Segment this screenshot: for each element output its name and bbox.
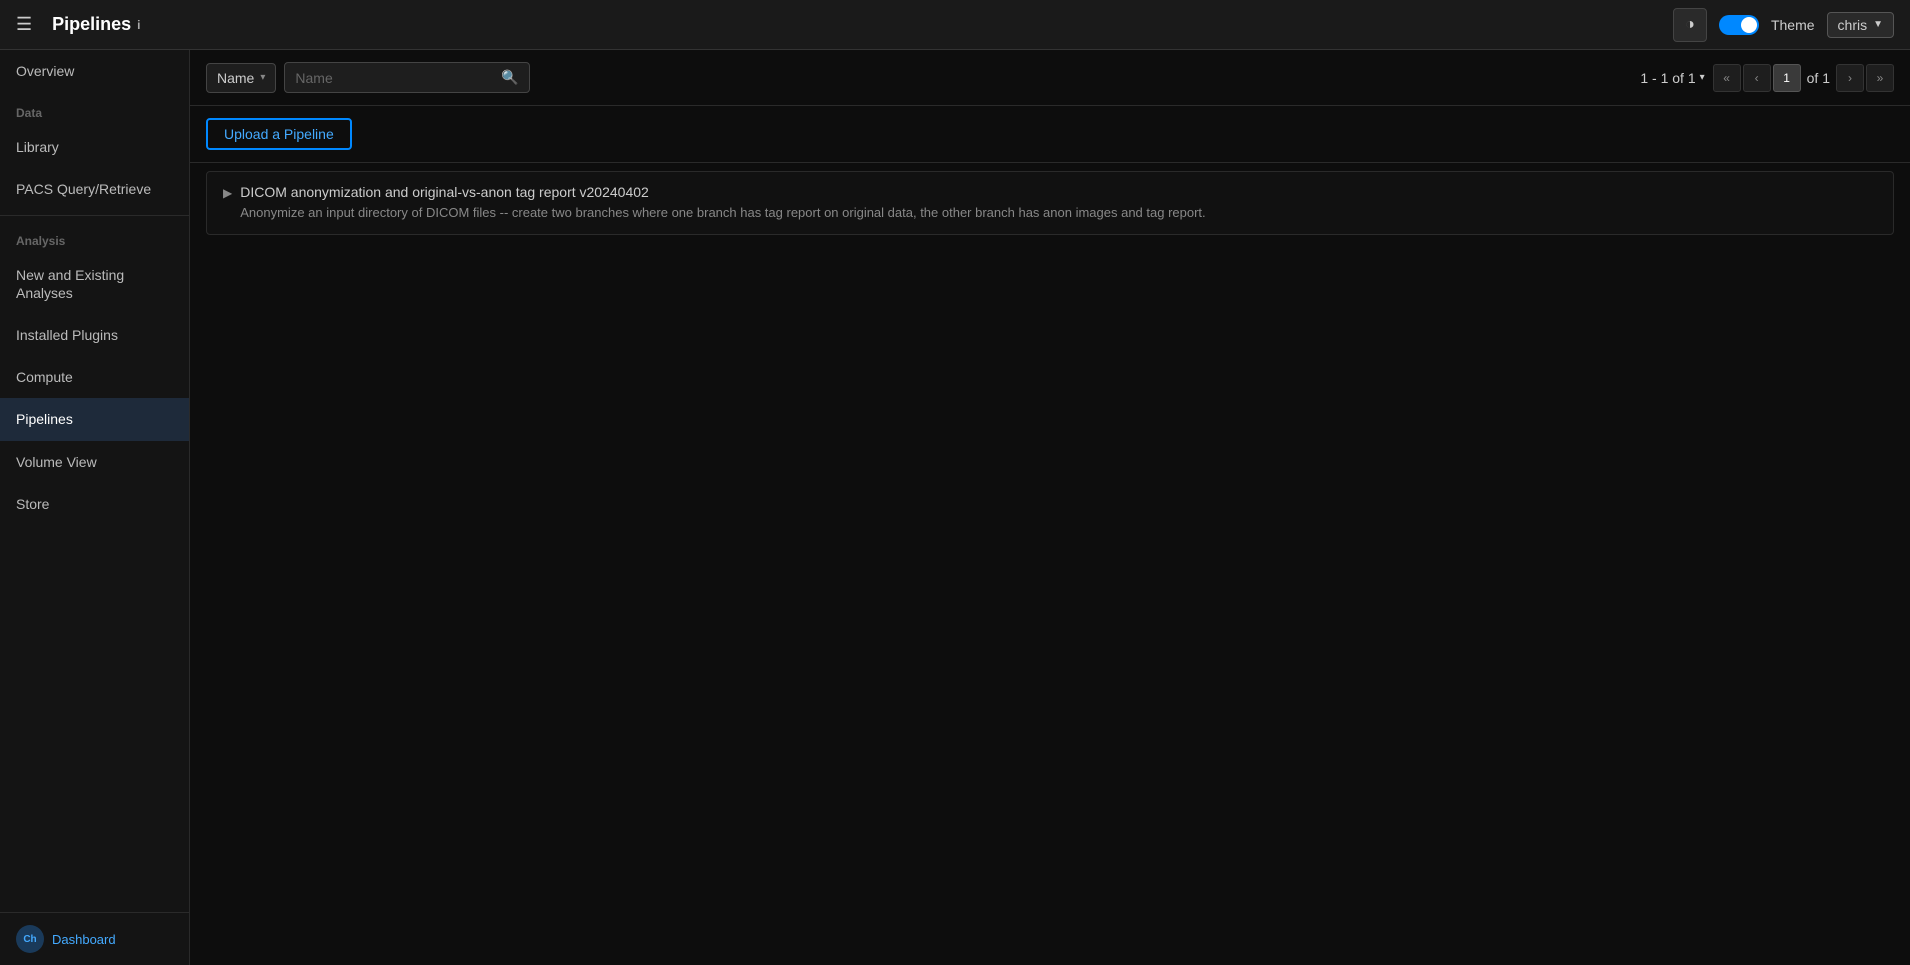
toolbar-left: Name ▾ 🔍 [206, 62, 530, 93]
search-input[interactable] [295, 70, 495, 86]
pipeline-info: DICOM anonymization and original-vs-anon… [240, 184, 1205, 222]
pagination-last-button[interactable]: » [1866, 64, 1894, 92]
user-menu-button[interactable]: chris ▼ [1827, 12, 1894, 38]
dashboard-link[interactable]: Dashboard [52, 932, 116, 947]
pipeline-item: ▶ DICOM anonymization and original-vs-an… [206, 171, 1894, 235]
pagination-page-button[interactable]: 1 [1773, 64, 1801, 92]
sidebar-item-compute[interactable]: Compute [0, 356, 189, 398]
toggle-thumb [1741, 17, 1757, 33]
sidebar-item-overview[interactable]: Overview [0, 50, 189, 92]
search-icon: 🔍 [501, 69, 518, 86]
main-layout: Overview Data Library PACS Query/Retriev… [0, 50, 1910, 965]
pagination-total: of 1 [1803, 70, 1834, 86]
sidebar-item-pacs[interactable]: PACS Query/Retrieve [0, 168, 189, 210]
toolbar: Name ▾ 🔍 1 - 1 of 1 ▾ « ‹ [190, 50, 1910, 106]
pagination-chevron-icon: ▾ [1700, 72, 1705, 83]
theme-label: Theme [1771, 17, 1815, 33]
page-title: Pipelines i [52, 14, 140, 35]
sidebar-item-new-and-existing[interactable]: New and Existing Analyses [0, 254, 189, 314]
topnav-right: ◑ Theme chris ▼ [1673, 8, 1894, 42]
user-chevron-icon: ▼ [1873, 19, 1883, 30]
sidebar-item-installed-plugins[interactable]: Installed Plugins [0, 314, 189, 356]
topnav: ☰ Pipelines i ◑ Theme chris ▼ [0, 0, 1910, 50]
sidebar-section-analysis: Analysis [0, 220, 189, 254]
pipeline-list: ▶ DICOM anonymization and original-vs-an… [190, 163, 1910, 965]
expand-icon: ▶ [223, 186, 232, 200]
content-area: Name ▾ 🔍 1 - 1 of 1 ▾ « ‹ [190, 50, 1910, 965]
pipeline-description: Anonymize an input directory of DICOM fi… [240, 204, 1205, 222]
sidebar-section-data: Data [0, 92, 189, 126]
pagination-first-button[interactable]: « [1713, 64, 1741, 92]
search-box: 🔍 [284, 62, 529, 93]
pagination-nav: « ‹ 1 of 1 › » [1713, 64, 1894, 92]
sidebar-item-pipelines[interactable]: Pipelines [0, 398, 189, 440]
sidebar-item-library[interactable]: Library [0, 126, 189, 168]
pipeline-name: DICOM anonymization and original-vs-anon… [240, 184, 1205, 200]
theme-contrast-button[interactable]: ◑ [1673, 8, 1707, 42]
pagination-dropdown-button[interactable]: ▾ [1700, 72, 1705, 83]
toolbar-right: 1 - 1 of 1 ▾ « ‹ 1 of 1 › » [1640, 64, 1894, 92]
upload-area: Upload a Pipeline [190, 106, 1910, 163]
sidebar-divider [0, 215, 189, 216]
sidebar-item-store[interactable]: Store [0, 483, 189, 525]
pagination-info: 1 - 1 of 1 ▾ [1640, 70, 1704, 86]
charis-logo: Ch [16, 925, 44, 953]
hamburger-icon[interactable]: ☰ [16, 14, 32, 35]
sidebar-bottom: Ch Dashboard [0, 912, 189, 965]
pipeline-header[interactable]: ▶ DICOM anonymization and original-vs-an… [207, 172, 1893, 234]
toggle-track[interactable] [1719, 15, 1759, 35]
theme-toggle[interactable] [1719, 15, 1759, 35]
sidebar-item-volume-view[interactable]: Volume View [0, 441, 189, 483]
filter-dropdown[interactable]: Name ▾ [206, 63, 276, 93]
filter-chevron-icon: ▾ [260, 72, 265, 83]
sidebar: Overview Data Library PACS Query/Retriev… [0, 50, 190, 965]
pagination-prev-button[interactable]: ‹ [1743, 64, 1771, 92]
upload-pipeline-button[interactable]: Upload a Pipeline [206, 118, 352, 150]
pagination-range: 1 - 1 of 1 [1640, 70, 1695, 86]
pagination-next-button[interactable]: › [1836, 64, 1864, 92]
